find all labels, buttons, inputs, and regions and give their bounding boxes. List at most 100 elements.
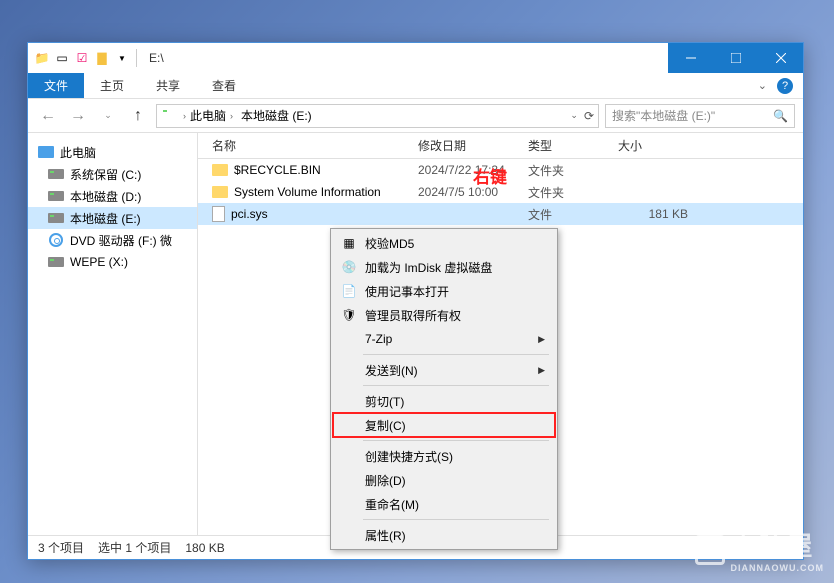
tree-item[interactable]: WEPE (X:) [28, 251, 197, 273]
menu-item-label: 重命名(M) [365, 496, 419, 513]
menu-item-label: 7-Zip [365, 332, 392, 346]
titlebar: 📁 ▭ ☑ ▇ ▼ E:\ [28, 43, 803, 73]
menu-item[interactable]: 属性(R) [333, 523, 555, 547]
menu-item[interactable]: 📄 使用记事本打开 [333, 279, 555, 303]
search-icon: 🔍 [773, 109, 788, 123]
tree-item-label: 本地磁盘 (D:) [70, 188, 141, 205]
nav-up-button[interactable]: ↑ [126, 104, 150, 128]
watermark-logo-icon: D [695, 535, 725, 565]
address-dropdown-icon[interactable]: ⌄ [570, 110, 578, 121]
context-menu: ▦ 校验MD5 💿加载为 ImDisk 虚拟磁盘 📄 使用记事本打开 🛡 管理员取得所有权 7… [330, 228, 558, 550]
file-name: pci.sys [231, 207, 268, 221]
tree-item-this-pc[interactable]: 此电脑 [28, 141, 197, 163]
maximize-button[interactable] [713, 43, 758, 73]
breadcrumb-segment[interactable]: 本地磁盘 (E:) [237, 107, 316, 124]
ribbon-tab-share[interactable]: 共享 [140, 73, 196, 98]
file-row[interactable]: pci.sys 文件181 KB [198, 203, 803, 225]
menu-item[interactable]: 复制(C) [333, 413, 555, 437]
file-size: 181 KB [618, 207, 698, 221]
ribbon-tab-view[interactable]: 查看 [196, 73, 252, 98]
ribbon: 文件 主页 共享 查看 ⌄ ? [28, 73, 803, 99]
menu-item[interactable]: 剪切(T) [333, 389, 555, 413]
file-name: System Volume Information [234, 185, 381, 199]
separator [136, 49, 137, 67]
drive-icon [48, 188, 64, 204]
ribbon-tab-file[interactable]: 文件 [28, 73, 84, 98]
tree-item-label: WEPE (X:) [70, 255, 128, 269]
submenu-arrow-icon: ▶ [538, 365, 545, 376]
menu-separator [363, 519, 549, 520]
window-title: E:\ [149, 51, 164, 65]
cd-icon [48, 232, 64, 248]
nav-back-button[interactable]: ← [36, 104, 60, 128]
menu-item-label: 使用记事本打开 [365, 283, 449, 300]
menu-item-label: 加载为 ImDisk 虚拟磁盘 [365, 259, 492, 276]
file-icon [212, 206, 225, 222]
menu-item-label: 创建快捷方式(S) [365, 448, 453, 465]
folder-icon [212, 164, 228, 176]
menu-item[interactable]: 🛡 管理员取得所有权 [333, 303, 555, 327]
close-button[interactable] [758, 43, 803, 73]
menu-item[interactable]: 创建快捷方式(S) [333, 444, 555, 468]
menu-item-label: 校验MD5 [365, 235, 414, 252]
navigation-pane: 此电脑 系统保留 (C:) 本地磁盘 (D:) 本地磁盘 (E:) DVD 驱动器 (… [28, 133, 198, 535]
column-header-date[interactable]: 修改日期 [418, 137, 528, 154]
file-type: 文件夹 [528, 184, 618, 201]
column-header-name[interactable]: 名称 [198, 137, 418, 154]
folder-icon [212, 186, 228, 198]
menu-item[interactable]: 重命名(M) [333, 492, 555, 516]
status-item-count: 3 个项目 [38, 539, 84, 556]
properties-qat-icon[interactable]: ▭ [54, 50, 70, 66]
checkbox-qat-icon[interactable]: ☑ [74, 50, 90, 66]
menu-separator [363, 440, 549, 441]
tree-item[interactable]: 系统保留 (C:) [28, 163, 197, 185]
tree-item[interactable]: DVD 驱动器 (F:) 微 [28, 229, 197, 251]
file-type: 文件夹 [528, 162, 618, 179]
shield-icon: 🛡 [341, 307, 357, 323]
column-headers: 名称 修改日期 类型 大小 [198, 133, 803, 159]
menu-item-label: 属性(R) [365, 527, 406, 544]
annotation-right-click: 右键 [473, 163, 507, 188]
column-header-type[interactable]: 类型 [528, 137, 618, 154]
address-bar[interactable]: › 此电脑› 本地磁盘 (E:) ⌄ ⟳ [156, 104, 599, 128]
menu-item[interactable]: 💿加载为 ImDisk 虚拟磁盘 [333, 255, 555, 279]
submenu-arrow-icon: ▶ [538, 334, 545, 345]
qat-dropdown-icon[interactable]: ▼ [114, 50, 130, 66]
refresh-icon[interactable]: ⟳ [584, 109, 594, 123]
menu-item-label: 剪切(T) [365, 393, 404, 410]
file-type: 文件 [528, 206, 618, 223]
tree-item-label: 本地磁盘 (E:) [70, 210, 141, 227]
menu-item[interactable]: ▦ 校验MD5 [333, 231, 555, 255]
menu-item-label: 删除(D) [365, 472, 406, 489]
checksum-icon: ▦ [341, 235, 357, 251]
notepad-icon: 📄 [341, 283, 357, 299]
search-input[interactable]: 搜索"本地磁盘 (E:)" 🔍 [605, 104, 795, 128]
drive-icon [161, 108, 177, 124]
menu-item[interactable]: 7-Zip ▶ [333, 327, 555, 351]
pc-icon [38, 144, 54, 160]
minimize-button[interactable] [668, 43, 713, 73]
quick-access-toolbar: 📁 ▭ ☑ ▇ ▼ [34, 50, 130, 66]
status-selection: 选中 1 个项目 [98, 539, 171, 556]
menu-separator [363, 354, 549, 355]
folder-qat-icon[interactable]: ▇ [94, 50, 110, 66]
help-icon[interactable]: ? [777, 78, 793, 94]
menu-item-label: 发送到(N) [365, 362, 418, 379]
ribbon-tab-home[interactable]: 主页 [84, 73, 140, 98]
menu-item-label: 管理员取得所有权 [365, 307, 461, 324]
menu-item-label: 复制(C) [365, 417, 406, 434]
breadcrumb-segment[interactable]: 此电脑› [186, 107, 237, 124]
ribbon-expand-icon[interactable]: ⌄ [758, 79, 767, 92]
nav-recent-dropdown[interactable]: ⌄ [96, 104, 120, 128]
address-bar-row: ← → ⌄ ↑ › 此电脑› 本地磁盘 (E:) ⌄ ⟳ 搜索"本地磁盘 (E:… [28, 99, 803, 133]
menu-item[interactable]: 删除(D) [333, 468, 555, 492]
tree-item[interactable]: 本地磁盘 (E:) [28, 207, 197, 229]
menu-item[interactable]: 发送到(N) ▶ [333, 358, 555, 382]
drive-icon [48, 210, 64, 226]
status-size: 180 KB [185, 541, 224, 555]
drive-icon [48, 166, 64, 182]
tree-item[interactable]: 本地磁盘 (D:) [28, 185, 197, 207]
file-name: $RECYCLE.BIN [234, 163, 321, 177]
nav-forward-button[interactable]: → [66, 104, 90, 128]
column-header-size[interactable]: 大小 [618, 137, 698, 154]
